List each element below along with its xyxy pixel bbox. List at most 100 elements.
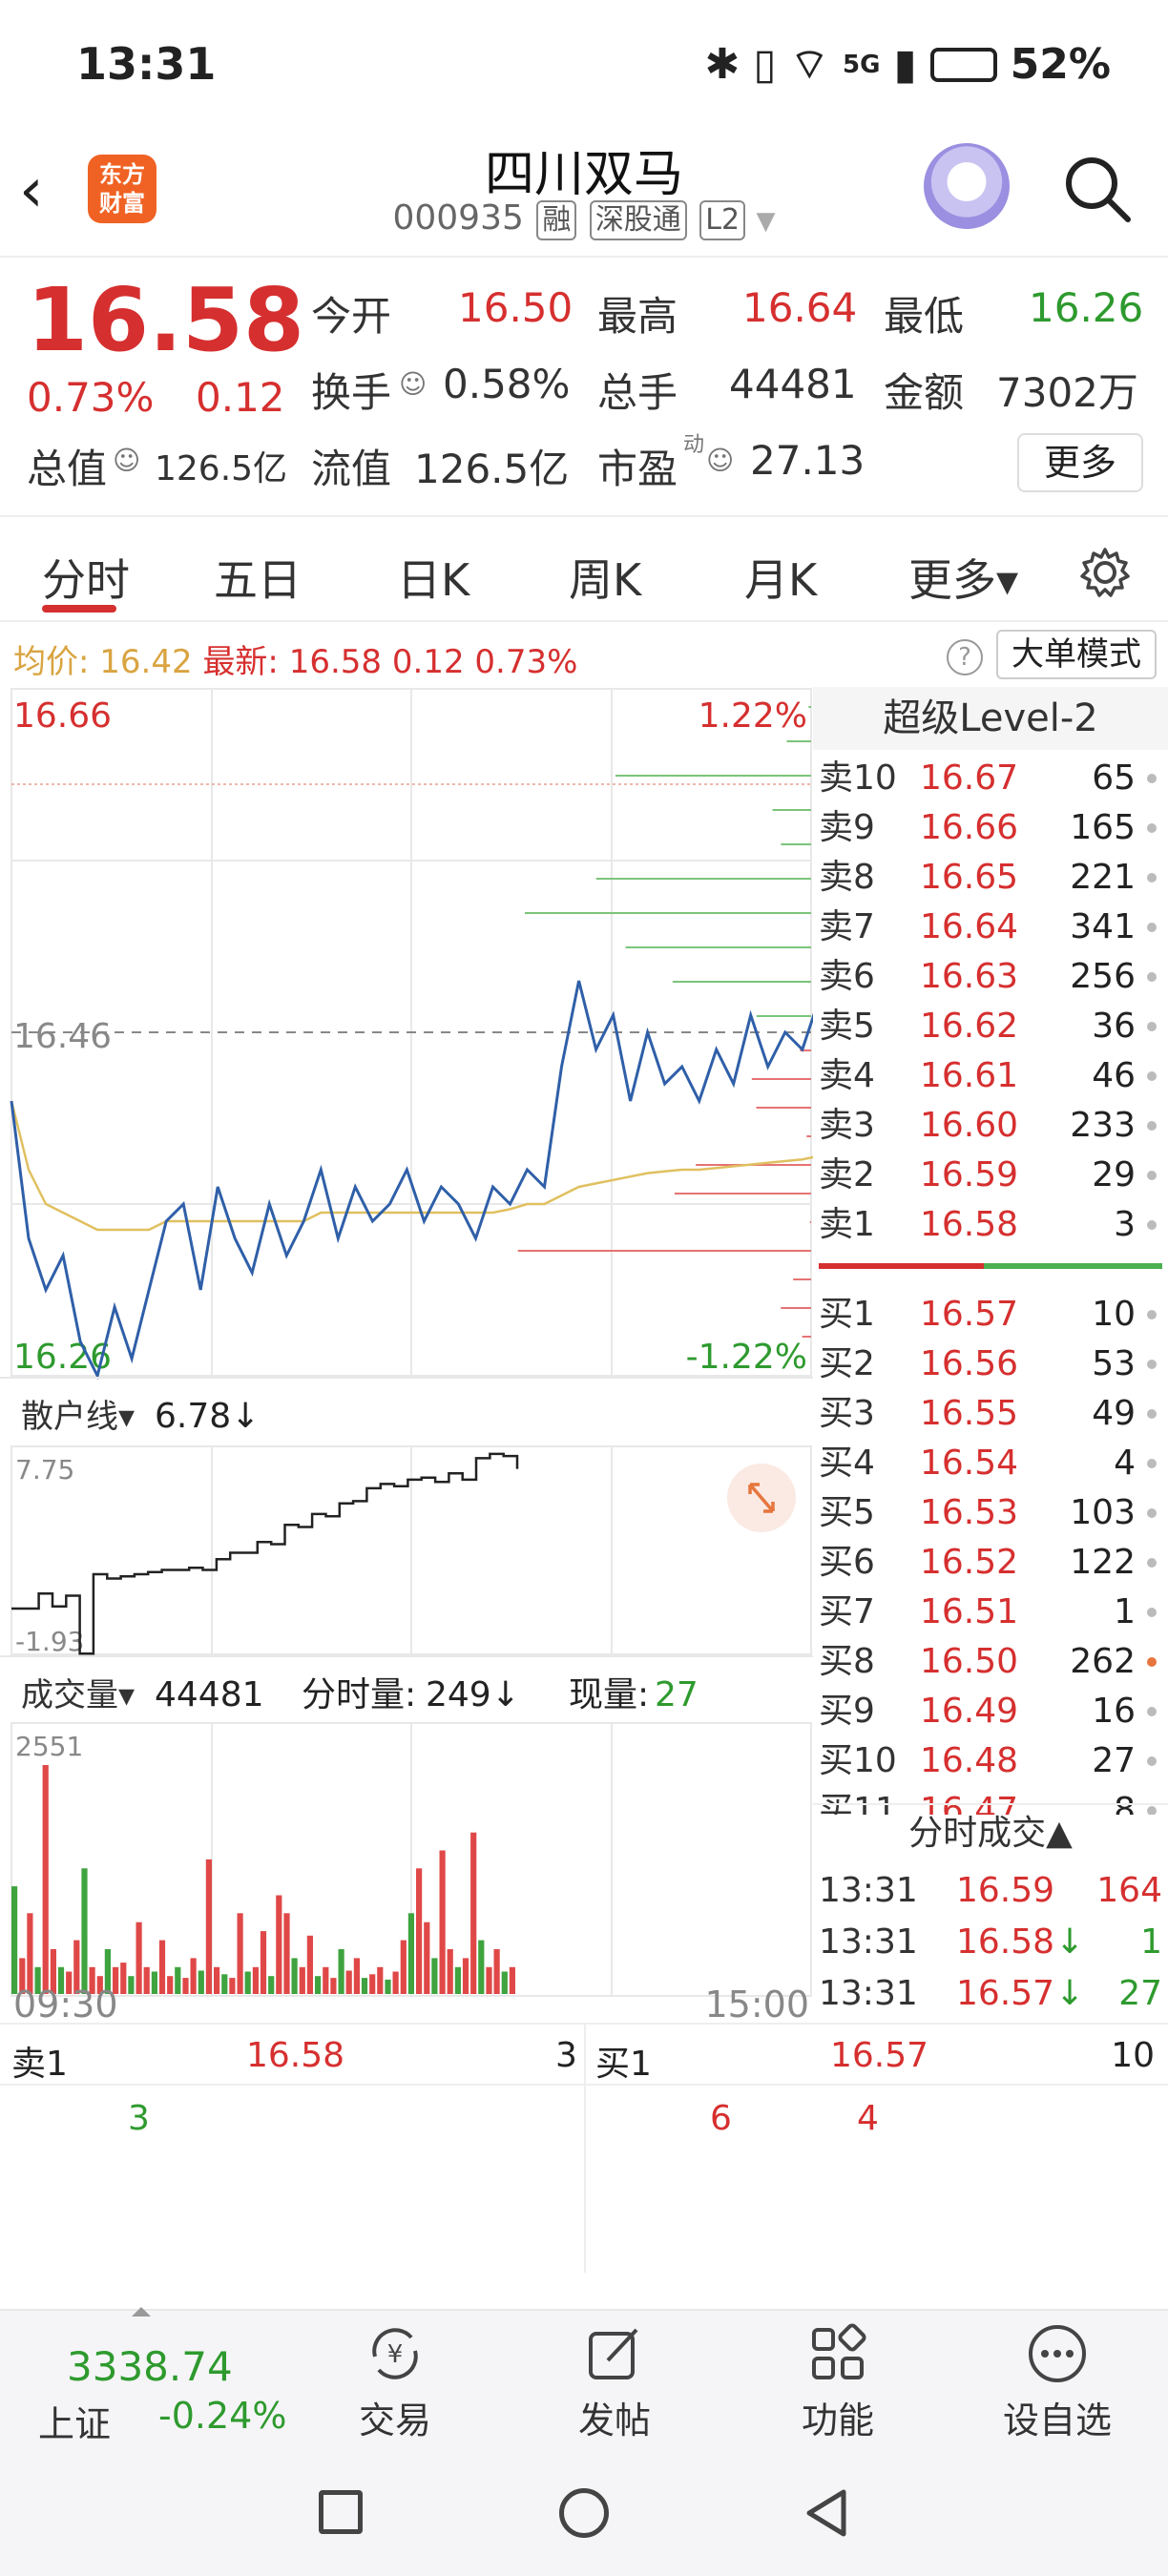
- nav-watchlist[interactable]: 设自选: [991, 2320, 1124, 2443]
- help-icon[interactable]: ?: [947, 639, 983, 675]
- bid-level-row[interactable]: 买1 16.57 10: [813, 1290, 1168, 1340]
- gear-icon[interactable]: [1076, 544, 1134, 601]
- tab-weekly-k[interactable]: 周K: [569, 546, 641, 609]
- chart-tabs: 分时 五日 日K 周K 月K 更多▾: [0, 515, 1168, 622]
- level-dot-icon: [1147, 1360, 1157, 1369]
- bid-level-price: 16.50: [920, 1642, 1019, 1681]
- indicator-axis-bottom: -1.93: [15, 1626, 84, 1657]
- price-axis-top: 16.66: [13, 696, 112, 736]
- volume-bar: [299, 1966, 305, 1994]
- bid-level-label: 买1: [819, 1295, 875, 1334]
- ask-level-row[interactable]: 卖7 16.64 341: [813, 903, 1168, 952]
- info-circle-icon[interactable]: ☺: [113, 445, 140, 476]
- bid-level-row[interactable]: 买3 16.55 49: [813, 1389, 1168, 1439]
- ask-level-row[interactable]: 卖4 16.61 46: [813, 1051, 1168, 1101]
- tab-monthly-k[interactable]: 月K: [744, 546, 817, 609]
- index-change[interactable]: -0.24%: [158, 2395, 286, 2437]
- tab-daily-k[interactable]: 日K: [397, 546, 469, 609]
- queue-ask-price: 16.58: [246, 2036, 345, 2075]
- bid-level-volume: 16: [1092, 1692, 1136, 1731]
- level-dot-icon: [1147, 923, 1157, 932]
- volume-bar: [454, 1966, 461, 1994]
- bid-level-price: 16.49: [920, 1692, 1019, 1731]
- volume-bar: [198, 1970, 204, 1994]
- price-axis-bottom: 16.26: [13, 1338, 112, 1377]
- bid-level-volume: 27: [1092, 1741, 1136, 1780]
- ask-level-row[interactable]: 卖3 16.60 233: [813, 1101, 1168, 1151]
- depth-bar: [786, 740, 811, 742]
- bid-level-row[interactable]: 买7 16.51 1: [813, 1588, 1168, 1637]
- ask-level-row[interactable]: 卖8 16.65 221: [813, 853, 1168, 903]
- search-icon[interactable]: [1061, 153, 1134, 225]
- volume-bar: [377, 1966, 384, 1994]
- level-dot-icon: [1147, 1071, 1157, 1081]
- battery-icon: [929, 47, 997, 82]
- info-circle-icon[interactable]: ☺: [399, 368, 427, 400]
- trade-price: 16.59: [956, 1871, 1055, 1910]
- bid-level-row[interactable]: 买10 16.48 27: [813, 1736, 1168, 1786]
- bid-level-row[interactable]: 买8 16.50 262: [813, 1637, 1168, 1687]
- volume-bar: [190, 1958, 197, 1994]
- volume-bar: [400, 1940, 407, 1994]
- nav-post[interactable]: 发帖: [548, 2320, 681, 2443]
- info-circle-icon[interactable]: ☺: [706, 445, 734, 476]
- ask-level-row[interactable]: 卖10 16.67 65: [813, 754, 1168, 803]
- intraday-chart[interactable]: 16.66 16.46 16.26 1.22% -1.22% B 散户线▾ 6.…: [0, 687, 813, 2023]
- index-value[interactable]: 3338.74: [67, 2343, 233, 2390]
- indicator-name[interactable]: 散户线▾: [21, 1398, 135, 1436]
- volume-bar: [345, 1970, 352, 1994]
- status-bar: 13:31 ✱ ▯ ⌔ 5G ▮ 52%: [0, 0, 1168, 124]
- tab-five-day[interactable]: 五日: [214, 546, 302, 609]
- index-name[interactable]: 上证: [38, 2395, 111, 2447]
- bid-level-row[interactable]: 买9 16.49 16: [813, 1687, 1168, 1736]
- home-icon[interactable]: [559, 2488, 609, 2538]
- index-expand-icon[interactable]: [132, 2307, 151, 2316]
- level-dot-icon: [1147, 823, 1157, 833]
- robot-avatar-icon[interactable]: [924, 143, 1010, 229]
- bid-level-row[interactable]: 买5 16.53 103: [813, 1488, 1168, 1538]
- volume-bar: [447, 1949, 453, 1994]
- volume-bar: [11, 1886, 18, 1994]
- tab-active-underline: [42, 605, 116, 613]
- volume-bar: [478, 1940, 485, 1994]
- ask-level-row[interactable]: 卖1 16.58 3: [813, 1200, 1168, 1250]
- queue-bid-order: 6: [710, 2099, 732, 2138]
- volume-bar: [81, 1868, 88, 1994]
- bid-level-row[interactable]: 买2 16.56 53: [813, 1340, 1168, 1389]
- level-dot-icon: [1147, 972, 1157, 982]
- queue-ask-order: 3: [128, 2099, 150, 2138]
- level-dot-icon: [1147, 1310, 1157, 1319]
- ask-level-price: 16.58: [920, 1205, 1019, 1244]
- ask-level-price: 16.63: [920, 957, 1019, 996]
- trade-tick-row: 13:31 16.59 164: [813, 1866, 1168, 1916]
- ask-level-volume: 29: [1092, 1155, 1136, 1195]
- volume-name[interactable]: 成交量▾: [21, 1676, 135, 1714]
- depth-bar: [781, 1307, 811, 1309]
- bid-level-row[interactable]: 买4 16.54 4: [813, 1439, 1168, 1488]
- ask-level-row[interactable]: 卖6 16.63 256: [813, 952, 1168, 1002]
- nav-trade[interactable]: ¥ 交易: [328, 2320, 462, 2443]
- depth-bar: [808, 706, 811, 708]
- ask-level-row[interactable]: 卖5 16.62 36: [813, 1002, 1168, 1051]
- change-percent: 0.73%: [27, 374, 155, 421]
- tab-intraday[interactable]: 分时: [42, 546, 130, 609]
- ask-level-label: 卖8: [819, 858, 875, 897]
- depth-bar: [793, 1278, 811, 1280]
- open-value: 16.50: [458, 284, 574, 331]
- big-order-mode-button[interactable]: 大单模式: [996, 630, 1157, 679]
- depth-bar: [625, 946, 811, 948]
- recents-icon[interactable]: [319, 2490, 363, 2534]
- ask-level-label: 卖6: [819, 957, 875, 996]
- more-button[interactable]: 更多: [1017, 433, 1143, 492]
- back-nav-icon[interactable]: [800, 2486, 853, 2540]
- ask-level-volume: 65: [1092, 758, 1136, 798]
- trades-title[interactable]: 分时成交▲: [813, 1803, 1168, 1860]
- ask-level-price: 16.61: [920, 1056, 1019, 1095]
- ask-level-price: 16.59: [920, 1155, 1019, 1195]
- high-value: 16.64: [742, 284, 858, 331]
- tab-more[interactable]: 更多▾: [908, 546, 1018, 609]
- bid-level-row[interactable]: 买6 16.52 122: [813, 1538, 1168, 1588]
- nav-functions[interactable]: 功能: [771, 2320, 905, 2443]
- ask-level-row[interactable]: 卖2 16.59 29: [813, 1151, 1168, 1200]
- ask-level-row[interactable]: 卖9 16.66 165: [813, 803, 1168, 853]
